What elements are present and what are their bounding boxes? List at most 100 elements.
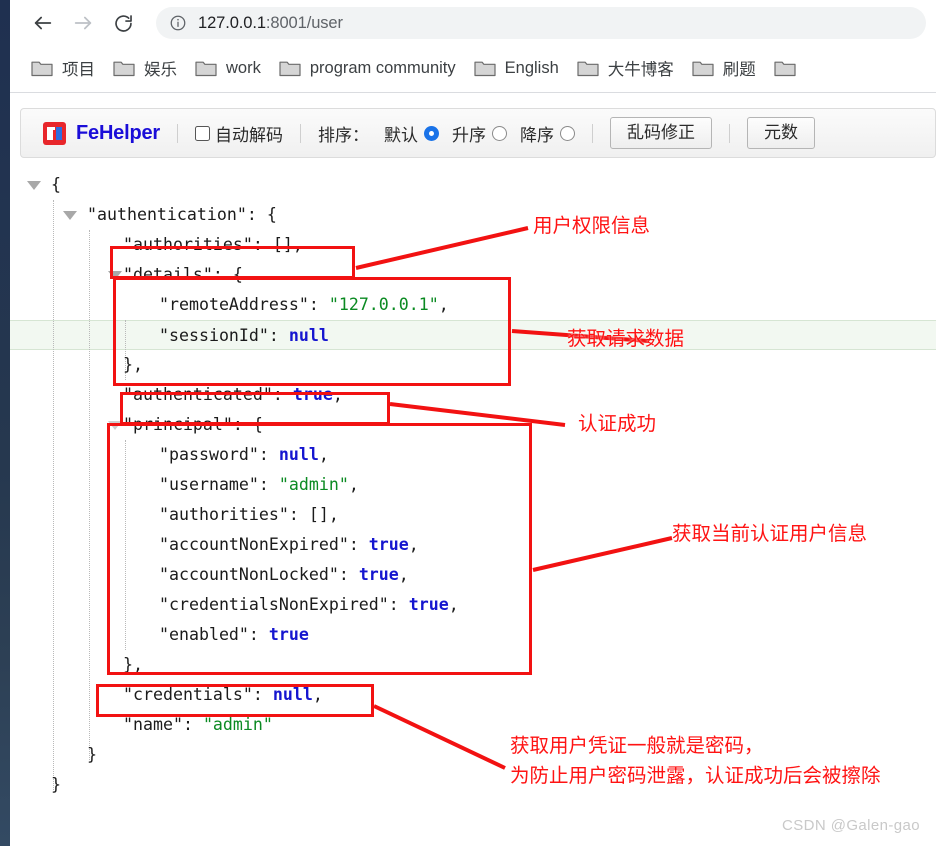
auto-decode-label: 自动解码 [215, 125, 283, 145]
sort-option-asc-radio[interactable] [492, 125, 507, 141]
back-button[interactable] [26, 6, 60, 40]
json-token: true [368, 535, 409, 554]
sort-option-default-radio[interactable] [424, 125, 439, 141]
json-rows-container: {"authentication": {"authorities": [], "d… [10, 170, 936, 800]
json-viewer: {"authentication": {"authorities": [], "d… [10, 170, 936, 846]
collapse-toggle-principal[interactable] [108, 421, 122, 430]
json-token: "sessionId": [159, 326, 289, 345]
json-token: "name": [123, 715, 203, 734]
url-host: 127.0.0.1 [198, 13, 266, 32]
json-token: "authentication": { [87, 205, 277, 224]
json-row[interactable]: "accountNonExpired": true, [10, 530, 936, 560]
json-row[interactable]: "name": "admin" [10, 710, 936, 740]
json-token: , [438, 295, 449, 314]
bookmark-item-7[interactable] [771, 53, 808, 83]
sort-option-desc-label: 降序 [520, 125, 554, 145]
collapse-toggle-details[interactable] [108, 271, 122, 280]
json-row[interactable]: "authorities": [], [10, 500, 936, 530]
arrow-right-icon [74, 16, 92, 30]
json-token: "127.0.0.1" [328, 295, 439, 314]
json-token: }, [123, 355, 143, 374]
json-token: "principal": { [123, 415, 263, 434]
bookmark-label: 娱乐 [144, 61, 177, 79]
sort-option-desc-radio[interactable] [560, 125, 575, 141]
sort-option-asc[interactable]: 升序 [452, 121, 507, 146]
json-token: "remoteAddress": [159, 295, 329, 314]
json-row[interactable]: "sessionId": null [10, 320, 936, 350]
fix-garbled-button[interactable]: 乱码修正 [610, 117, 712, 149]
collapse-toggle-authentication[interactable] [63, 211, 77, 220]
json-token: , [348, 475, 359, 494]
json-token: null [272, 685, 313, 704]
bookmark-item-3[interactable]: program community [276, 53, 459, 83]
json-row[interactable]: "credentials": null, [10, 680, 936, 710]
json-row[interactable]: "enabled": true [10, 620, 936, 650]
sort-option-desc[interactable]: 降序 [520, 121, 575, 146]
json-row[interactable]: }, [10, 350, 936, 380]
address-bar-url: 127.0.0.1:8001/user [198, 14, 343, 33]
bookmark-item-6[interactable]: 刷题 [689, 53, 759, 83]
bookmark-label: English [504, 58, 559, 77]
bookmark-item-0[interactable]: 项目 [28, 53, 98, 83]
collapse-toggle-root[interactable] [27, 181, 41, 190]
json-token: true [292, 385, 333, 404]
json-token: }, [123, 655, 143, 674]
bookmark-item-5[interactable]: 大牛博客 [574, 53, 677, 83]
folder-icon [279, 61, 301, 77]
json-row[interactable]: "principal": { [10, 410, 936, 440]
json-token: , [448, 595, 459, 614]
indent-guide-level1 [53, 200, 54, 790]
auto-decode-checkbox[interactable] [195, 125, 210, 141]
json-token: "username": [159, 475, 279, 494]
json-row[interactable]: }, [10, 650, 936, 680]
json-row[interactable]: { [10, 170, 936, 200]
indent-guide-level3-principal [125, 440, 126, 650]
toolbar-divider [729, 123, 730, 143]
fehelper-brand[interactable]: FeHelper [43, 121, 160, 145]
reload-button[interactable] [106, 6, 140, 40]
json-token: "accountNonExpired": [159, 535, 369, 554]
metadata-button[interactable]: 元数 [747, 117, 815, 149]
json-row[interactable]: "credentialsNonExpired": true, [10, 590, 936, 620]
json-token: true [268, 625, 309, 644]
bookmark-item-4[interactable]: English [471, 53, 562, 83]
folder-icon [195, 61, 217, 77]
json-token: , [398, 565, 409, 584]
json-token: "password": [159, 445, 279, 464]
json-token: "authorities": [], [159, 505, 339, 524]
json-token: "enabled": [159, 625, 269, 644]
bookmark-label: 项目 [62, 61, 95, 79]
json-row[interactable]: "details": { [10, 260, 936, 290]
bookmark-label: 大牛博客 [607, 61, 674, 79]
bookmark-item-1[interactable]: 娱乐 [110, 53, 180, 83]
json-token: true [358, 565, 399, 584]
json-token: null [288, 326, 329, 345]
screen-root: 127.0.0.1:8001/user 项目 娱乐 work program c… [0, 0, 936, 846]
json-row[interactable]: "authenticated": true, [10, 380, 936, 410]
chrome-divider [10, 92, 936, 93]
json-row[interactable]: "username": "admin", [10, 470, 936, 500]
json-token: null [278, 445, 319, 464]
json-row[interactable]: "authorities": [], [10, 230, 936, 260]
json-row[interactable]: } [10, 740, 936, 770]
url-path: :8001/user [265, 13, 343, 32]
folder-icon [31, 61, 53, 77]
forward-button[interactable] [66, 6, 100, 40]
bookmark-item-2[interactable]: work [192, 53, 264, 83]
json-row[interactable]: "remoteAddress": "127.0.0.1", [10, 290, 936, 320]
json-row[interactable]: } [10, 770, 936, 800]
json-row[interactable]: "authentication": { [10, 200, 936, 230]
folder-icon [113, 61, 135, 77]
sort-option-default[interactable]: 默认 [384, 121, 439, 146]
address-bar[interactable]: 127.0.0.1:8001/user [156, 7, 926, 39]
json-row[interactable]: "accountNonLocked": true, [10, 560, 936, 590]
auto-decode-option[interactable]: 自动解码 [195, 121, 283, 146]
info-circle-icon[interactable] [169, 14, 187, 32]
fehelper-name: FeHelper [76, 121, 160, 144]
indent-guide-level2 [89, 230, 90, 760]
toolbar-divider [592, 123, 593, 143]
bookmark-label: work [226, 58, 261, 77]
folder-icon [474, 61, 496, 77]
folder-icon [692, 61, 714, 77]
json-row[interactable]: "password": null, [10, 440, 936, 470]
